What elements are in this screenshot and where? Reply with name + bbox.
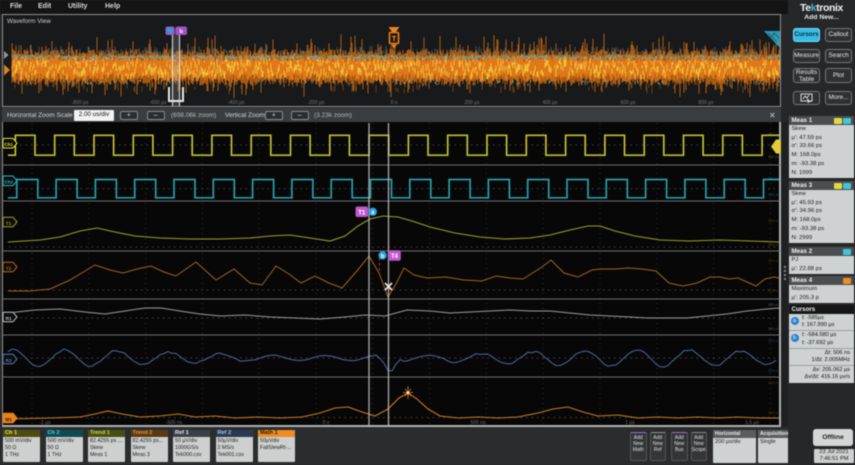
svg-text:Ch1: Ch1 bbox=[4, 142, 13, 147]
svg-text:500 m: 500 m bbox=[768, 133, 778, 137]
svg-text:500 m: 500 m bbox=[768, 243, 778, 247]
svg-text:T1: T1 bbox=[6, 221, 12, 226]
svg-text:500 m: 500 m bbox=[768, 381, 778, 385]
svg-text:500 m: 500 m bbox=[768, 303, 778, 307]
svg-text:500 m: 500 m bbox=[768, 259, 778, 263]
svg-text:500 ns: 500 ns bbox=[470, 420, 486, 426]
svg-text:500 m: 500 m bbox=[768, 369, 778, 373]
svg-text:0 s: 0 s bbox=[323, 420, 330, 426]
svg-text:500 m: 500 m bbox=[768, 289, 778, 293]
svg-text:Ch2: Ch2 bbox=[4, 180, 13, 185]
svg-text:500 m: 500 m bbox=[768, 155, 778, 159]
svg-text:500 m: 500 m bbox=[768, 339, 778, 343]
svg-text:R2: R2 bbox=[6, 358, 12, 363]
svg-text:500 m: 500 m bbox=[768, 327, 778, 331]
svg-text:R1: R1 bbox=[6, 316, 12, 321]
svg-text:500 m: 500 m bbox=[768, 219, 778, 223]
svg-text:b: b bbox=[381, 254, 385, 260]
svg-text:1 µs: 1 µs bbox=[625, 420, 635, 426]
svg-text:500 m: 500 m bbox=[768, 177, 778, 181]
svg-text:-1 µs: -1 µs bbox=[39, 420, 51, 426]
svg-text:500 m: 500 m bbox=[768, 193, 778, 197]
svg-text:T4: T4 bbox=[391, 254, 399, 260]
svg-text:1.5 µs: 1.5 µs bbox=[745, 420, 759, 426]
svg-text:500 m: 500 m bbox=[768, 411, 778, 415]
svg-text:M1: M1 bbox=[5, 417, 12, 422]
svg-text:T1: T1 bbox=[358, 210, 366, 216]
svg-text:-500 ns: -500 ns bbox=[166, 420, 183, 426]
svg-text:T2: T2 bbox=[6, 266, 12, 271]
